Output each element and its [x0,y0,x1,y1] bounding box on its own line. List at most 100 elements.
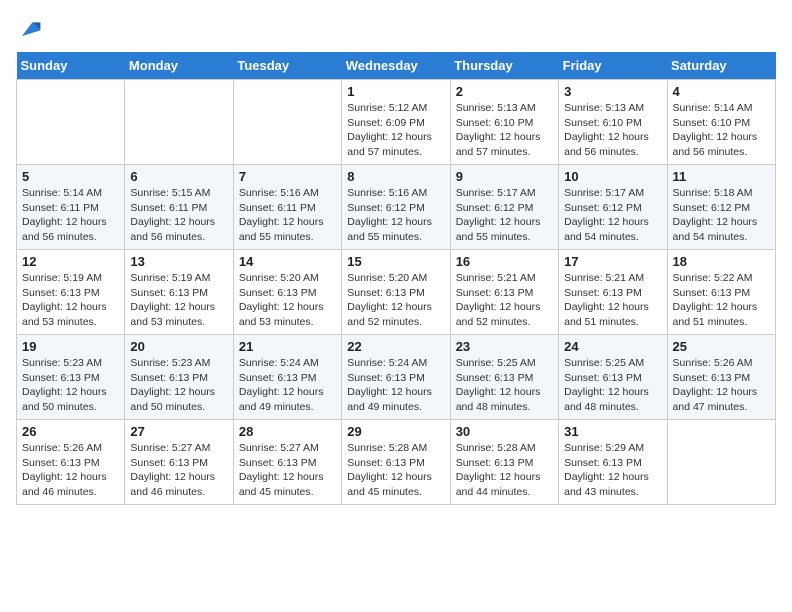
calendar-cell: 6 Sunrise: 5:15 AMSunset: 6:11 PMDaylight… [125,165,233,250]
day-info: Sunrise: 5:25 AMSunset: 6:13 PMDaylight:… [456,356,553,415]
weekday-header-friday: Friday [559,52,667,80]
day-info: Sunrise: 5:21 AMSunset: 6:13 PMDaylight:… [564,271,661,330]
calendar-cell [17,80,125,165]
calendar-cell: 14Sunrise: 5:20 AMSunset: 6:13 PMDayligh… [233,250,341,335]
day-number: 11 [673,169,770,184]
day-number: 10 [564,169,661,184]
calendar-cell: 5Sunrise: 5:14 AMSunset: 6:11 PMDaylight… [17,165,125,250]
day-info: Sunrise: 5:16 AMSunset: 6:11 PMDaylight:… [239,186,336,245]
calendar-cell: 28 Sunrise: 5:27 AMSunset: 6:13 PMDayligh… [233,420,341,505]
day-info: Sunrise: 5:20 AMSunset: 6:13 PMDaylight:… [347,271,444,330]
day-info: Sunrise: 5:28 AMSunset: 6:13 PMDaylight:… [347,441,444,500]
day-info: Sunrise: 5:27 AMSunset: 6:13 PMDaylight:… [239,441,336,500]
day-info: Sunrise: 5:17 AMSunset: 6:12 PMDaylight:… [564,186,661,245]
calendar-cell: 25Sunrise: 5:26 AMSunset: 6:13 PMDayligh… [667,335,775,420]
day-info: Sunrise: 5:13 AMSunset: 6:10 PMDaylight:… [564,101,661,160]
calendar-week-row: 5Sunrise: 5:14 AMSunset: 6:11 PMDaylight… [17,165,776,250]
weekday-header-monday: Monday [125,52,233,80]
calendar-table: SundayMondayTuesdayWednesdayThursdayFrid… [16,52,776,505]
day-number: 30 [456,424,553,439]
day-number: 27 [130,424,227,439]
day-info: Sunrise: 5:14 AMSunset: 6:11 PMDaylight:… [22,186,119,245]
calendar-cell: 29 Sunrise: 5:28 AMSunset: 6:13 PMDayligh… [342,420,450,505]
weekday-header-sunday: Sunday [17,52,125,80]
calendar-cell: 2 Sunrise: 5:13 AMSunset: 6:10 PMDaylight… [450,80,558,165]
calendar-cell: 13 Sunrise: 5:19 AMSunset: 6:13 PMDayligh… [125,250,233,335]
logo [16,16,42,40]
day-info: Sunrise: 5:20 AMSunset: 6:13 PMDaylight:… [239,271,336,330]
calendar-cell: 4 Sunrise: 5:14 AMSunset: 6:10 PMDaylight… [667,80,775,165]
day-info: Sunrise: 5:15 AMSunset: 6:11 PMDaylight:… [130,186,227,245]
day-number: 2 [456,84,553,99]
day-info: Sunrise: 5:24 AMSunset: 6:13 PMDaylight:… [239,356,336,415]
calendar-cell: 3 Sunrise: 5:13 AMSunset: 6:10 PMDaylight… [559,80,667,165]
day-number: 17 [564,254,661,269]
day-number: 6 [130,169,227,184]
calendar-cell [233,80,341,165]
day-info: Sunrise: 5:23 AMSunset: 6:13 PMDaylight:… [22,356,119,415]
day-info: Sunrise: 5:26 AMSunset: 6:13 PMDaylight:… [22,441,119,500]
calendar-cell: 16 Sunrise: 5:21 AMSunset: 6:13 PMDayligh… [450,250,558,335]
day-info: Sunrise: 5:24 AMSunset: 6:13 PMDaylight:… [347,356,444,415]
calendar-cell: 19Sunrise: 5:23 AMSunset: 6:13 PMDayligh… [17,335,125,420]
day-info: Sunrise: 5:27 AMSunset: 6:13 PMDaylight:… [130,441,227,500]
day-info: Sunrise: 5:22 AMSunset: 6:13 PMDaylight:… [673,271,770,330]
day-info: Sunrise: 5:25 AMSunset: 6:13 PMDaylight:… [564,356,661,415]
day-info: Sunrise: 5:16 AMSunset: 6:12 PMDaylight:… [347,186,444,245]
calendar-cell [667,420,775,505]
calendar-cell: 17 Sunrise: 5:21 AMSunset: 6:13 PMDayligh… [559,250,667,335]
calendar-cell: 27 Sunrise: 5:27 AMSunset: 6:13 PMDayligh… [125,420,233,505]
day-number: 8 [347,169,444,184]
weekday-header-thursday: Thursday [450,52,558,80]
calendar-cell: 1 Sunrise: 5:12 AMSunset: 6:09 PMDaylight… [342,80,450,165]
calendar-cell: 23 Sunrise: 5:25 AMSunset: 6:13 PMDayligh… [450,335,558,420]
day-number: 20 [130,339,227,354]
calendar-week-row: 12 Sunrise: 5:19 AMSunset: 6:13 PMDayligh… [17,250,776,335]
calendar-cell: 30 Sunrise: 5:28 AMSunset: 6:13 PMDayligh… [450,420,558,505]
day-number: 28 [239,424,336,439]
day-info: Sunrise: 5:18 AMSunset: 6:12 PMDaylight:… [673,186,770,245]
day-number: 3 [564,84,661,99]
day-number: 1 [347,84,444,99]
day-info: Sunrise: 5:12 AMSunset: 6:09 PMDaylight:… [347,101,444,160]
day-number: 12 [22,254,119,269]
day-info: Sunrise: 5:21 AMSunset: 6:13 PMDaylight:… [456,271,553,330]
day-number: 26 [22,424,119,439]
day-info: Sunrise: 5:17 AMSunset: 6:12 PMDaylight:… [456,186,553,245]
calendar-cell: 21 Sunrise: 5:24 AMSunset: 6:13 PMDayligh… [233,335,341,420]
day-number: 18 [673,254,770,269]
day-number: 7 [239,169,336,184]
day-number: 9 [456,169,553,184]
day-info: Sunrise: 5:14 AMSunset: 6:10 PMDaylight:… [673,101,770,160]
day-number: 23 [456,339,553,354]
calendar-cell: 8 Sunrise: 5:16 AMSunset: 6:12 PMDaylight… [342,165,450,250]
calendar-cell: 22Sunrise: 5:24 AMSunset: 6:13 PMDayligh… [342,335,450,420]
calendar-cell: 10 Sunrise: 5:17 AMSunset: 6:12 PMDayligh… [559,165,667,250]
day-info: Sunrise: 5:23 AMSunset: 6:13 PMDaylight:… [130,356,227,415]
day-info: Sunrise: 5:26 AMSunset: 6:13 PMDaylight:… [673,356,770,415]
weekday-header-wednesday: Wednesday [342,52,450,80]
day-number: 15 [347,254,444,269]
calendar-cell: 12 Sunrise: 5:19 AMSunset: 6:13 PMDayligh… [17,250,125,335]
day-number: 4 [673,84,770,99]
day-info: Sunrise: 5:13 AMSunset: 6:10 PMDaylight:… [456,101,553,160]
day-number: 16 [456,254,553,269]
calendar-cell: 9 Sunrise: 5:17 AMSunset: 6:12 PMDaylight… [450,165,558,250]
day-info: Sunrise: 5:28 AMSunset: 6:13 PMDaylight:… [456,441,553,500]
day-number: 13 [130,254,227,269]
day-info: Sunrise: 5:19 AMSunset: 6:13 PMDaylight:… [130,271,227,330]
weekday-header-row: SundayMondayTuesdayWednesdayThursdayFrid… [17,52,776,80]
calendar-cell: 7 Sunrise: 5:16 AMSunset: 6:11 PMDaylight… [233,165,341,250]
weekday-header-saturday: Saturday [667,52,775,80]
day-number: 24 [564,339,661,354]
calendar-week-row: 26 Sunrise: 5:26 AMSunset: 6:13 PMDayligh… [17,420,776,505]
day-info: Sunrise: 5:19 AMSunset: 6:13 PMDaylight:… [22,271,119,330]
calendar-cell: 20 Sunrise: 5:23 AMSunset: 6:13 PMDayligh… [125,335,233,420]
calendar-week-row: 19Sunrise: 5:23 AMSunset: 6:13 PMDayligh… [17,335,776,420]
day-number: 21 [239,339,336,354]
calendar-cell: 31Sunrise: 5:29 AMSunset: 6:13 PMDayligh… [559,420,667,505]
calendar-cell: 11 Sunrise: 5:18 AMSunset: 6:12 PMDayligh… [667,165,775,250]
day-number: 29 [347,424,444,439]
calendar-cell [125,80,233,165]
calendar-cell: 15 Sunrise: 5:20 AMSunset: 6:13 PMDayligh… [342,250,450,335]
